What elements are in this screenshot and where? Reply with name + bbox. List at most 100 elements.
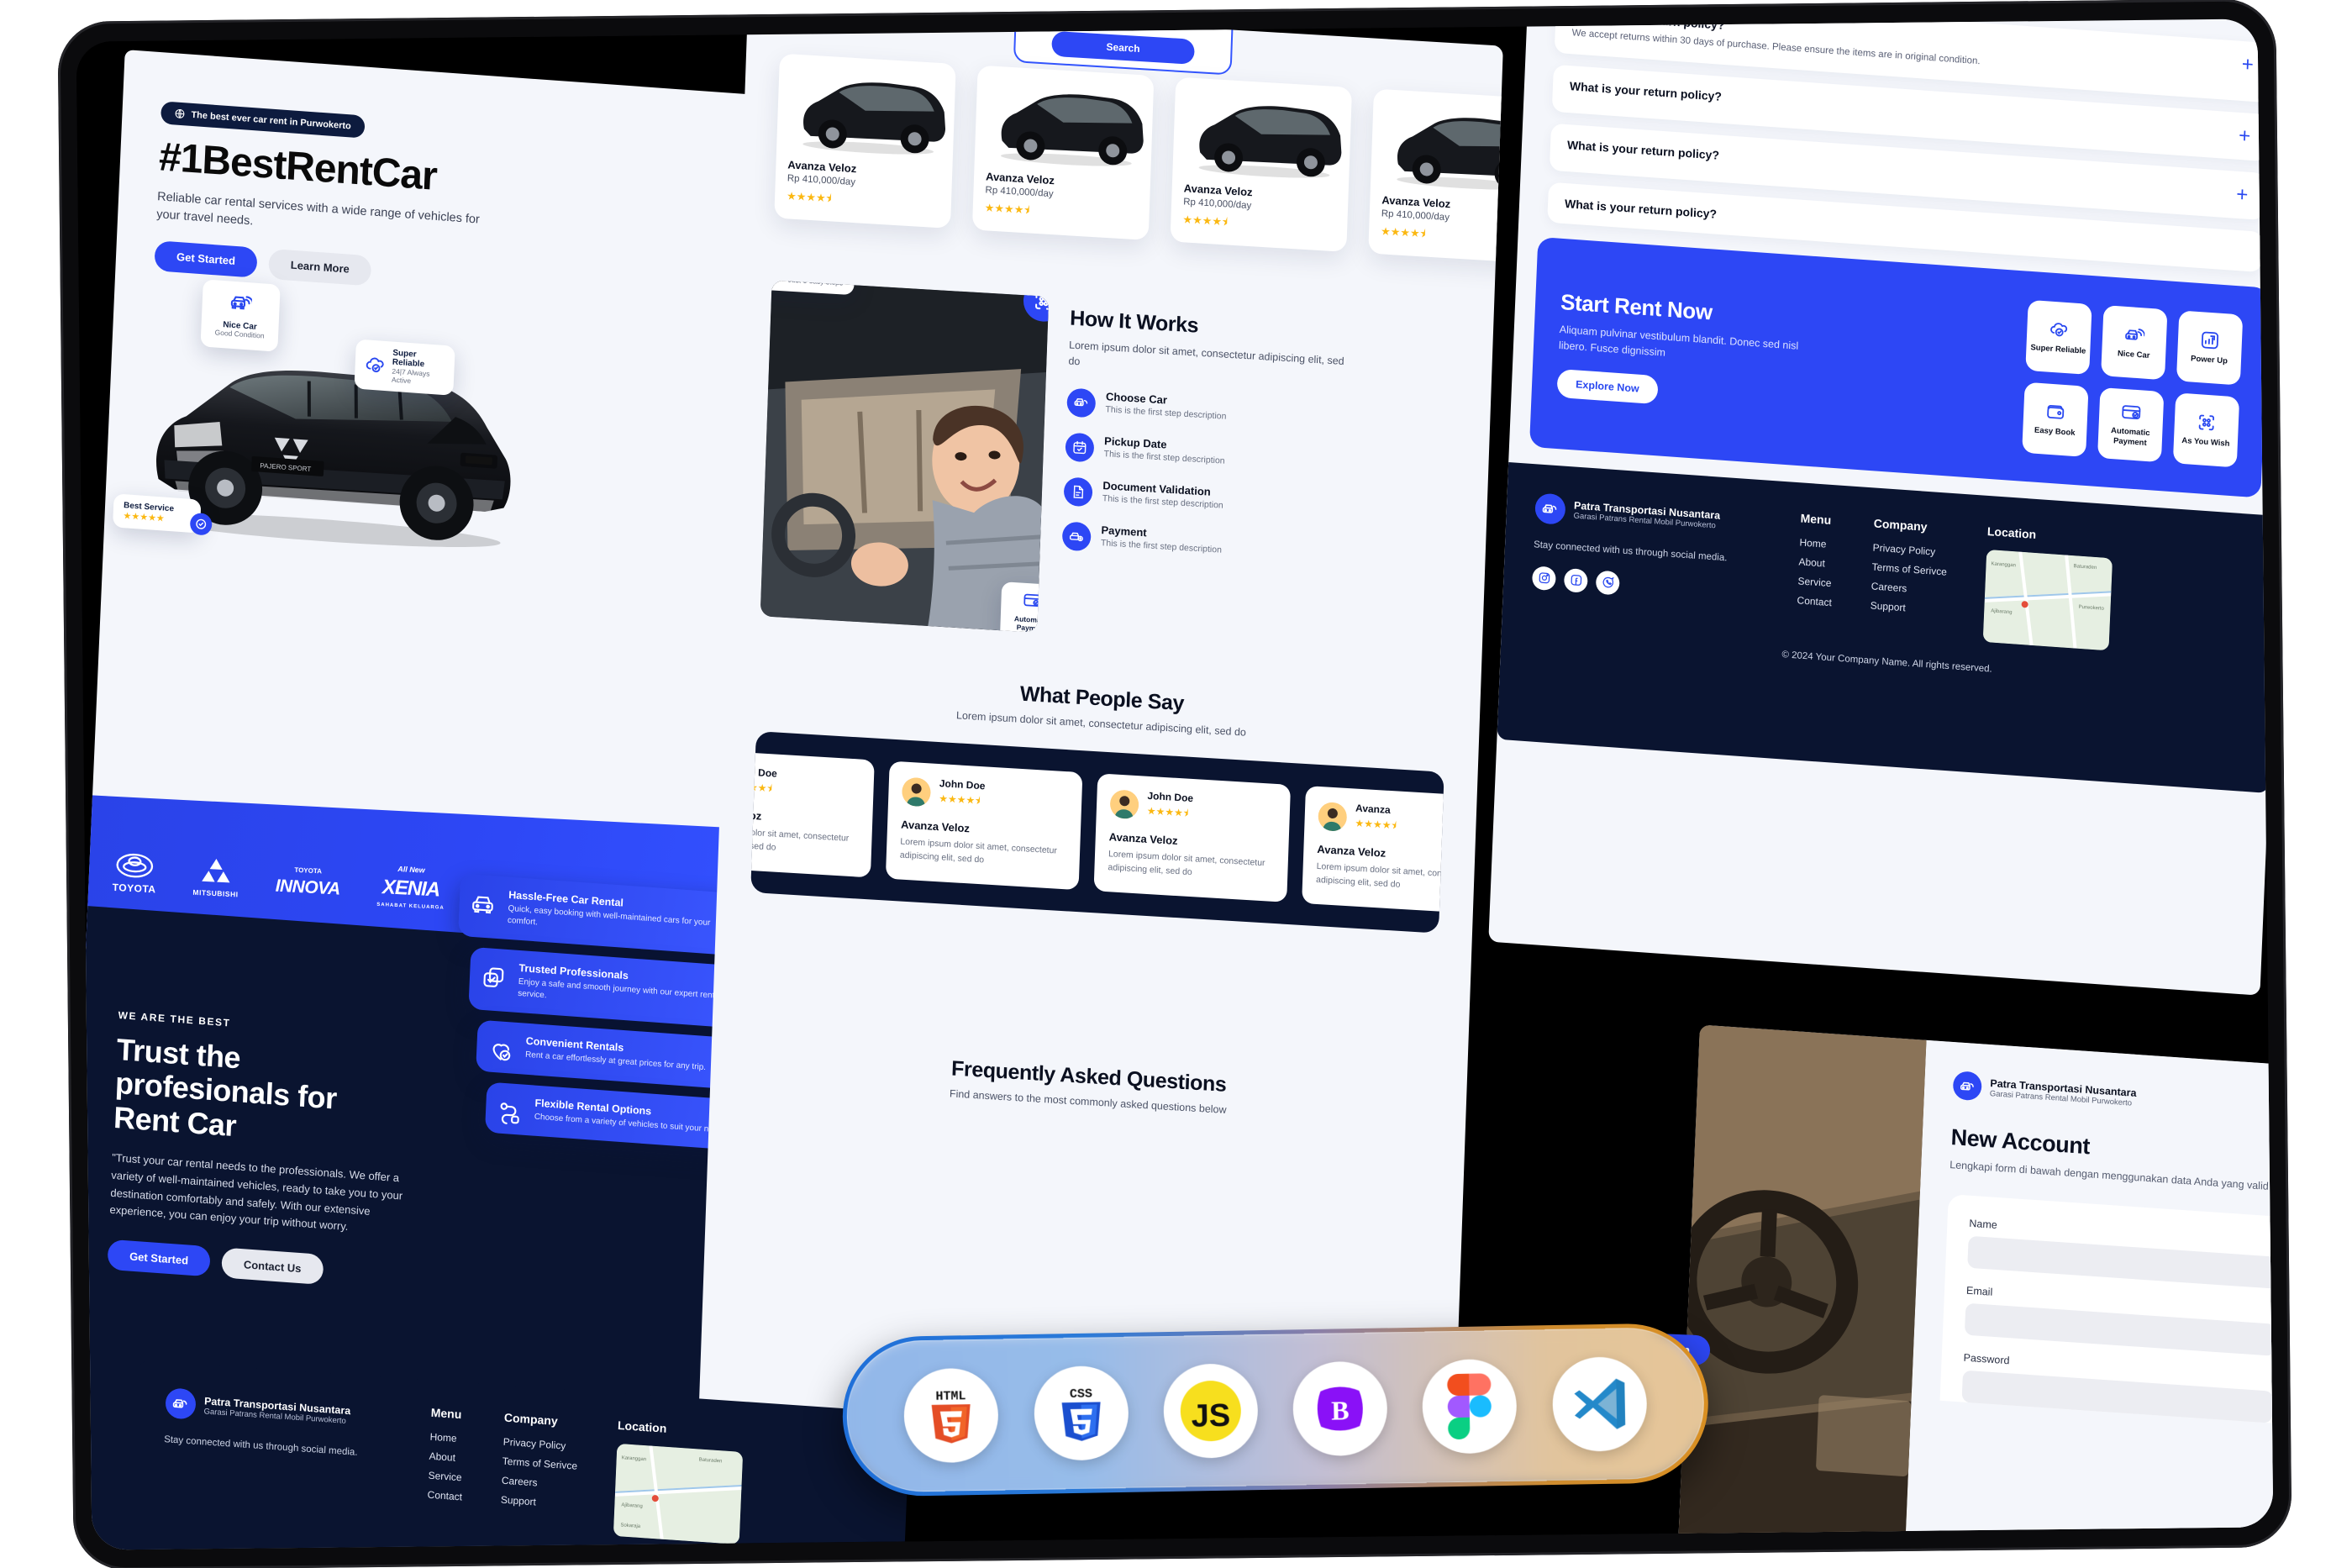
vscode-icon[interactable] bbox=[1551, 1356, 1648, 1453]
car-card[interactable]: Avanza Veloz Rp 410,000/day ★★★★⯨ bbox=[1368, 88, 1503, 264]
whatsapp-icon[interactable] bbox=[1595, 570, 1620, 596]
testimonial-card[interactable]: John Doe ★★★★⯨ Avanza Veloz Lorem ipsum … bbox=[885, 760, 1083, 890]
footer-link-terms[interactable]: Terms of Serivce bbox=[1871, 560, 1947, 577]
testimonial-card[interactable]: John Doe ★★★★⯨ Avanza Veloz Lorem ipsum … bbox=[750, 748, 875, 877]
car-card[interactable]: Avanza Veloz Rp 410,000/day ★★★★⯨ bbox=[1170, 76, 1353, 252]
footer-link-careers[interactable]: Careers bbox=[1871, 580, 1946, 597]
footer-menu-column: Menu Home About Service Contact bbox=[1796, 511, 1835, 631]
avatar bbox=[1318, 801, 1348, 832]
footer-location-column: Location Karanggan Baturaden Ajibarang S… bbox=[613, 1418, 745, 1544]
instagram-icon[interactable] bbox=[1531, 566, 1556, 592]
brand-label: TOYOTA bbox=[112, 881, 156, 896]
cloud-check-icon bbox=[2049, 319, 2070, 341]
badge-best-service: Best Service ★★★★★ bbox=[112, 493, 202, 534]
brand-mitsubishi: MITSUBISHI bbox=[192, 856, 239, 899]
location-map[interactable]: Karanggan Baturaden Ajibarang Sokaraja bbox=[613, 1443, 743, 1544]
copy-check-icon bbox=[481, 965, 507, 992]
bootstrap-icon[interactable]: B bbox=[1292, 1360, 1388, 1457]
signup-form: Name Email Password bbox=[1939, 1194, 2274, 1425]
feature-card[interactable]: Trusted Professionals Enjoy a safe and s… bbox=[468, 946, 748, 1029]
footer-link-about[interactable]: About bbox=[1798, 555, 1834, 570]
signup-photo bbox=[1677, 1024, 1927, 1550]
tech-stack-dock: HTML CSS JS B bbox=[841, 1322, 1710, 1497]
car-thumbnail bbox=[1397, 118, 1503, 190]
cta-tile-label: As You Wish bbox=[2181, 435, 2230, 449]
cta-tile[interactable]: Easy Book bbox=[2022, 381, 2089, 457]
cta-feature-tiles: Super Reliable Nice Car Power Up Easy Bo… bbox=[2022, 299, 2244, 468]
cta-tile[interactable]: As You Wish bbox=[2172, 392, 2240, 468]
cta-tile[interactable]: Power Up bbox=[2176, 310, 2244, 386]
car-icon bbox=[471, 892, 497, 918]
contact-us-button[interactable]: Contact Us bbox=[221, 1247, 324, 1286]
css3-icon[interactable]: CSS bbox=[1033, 1365, 1129, 1461]
catalog-page-mockup: Search Avanza Veloz Rp 410,000/day ★★★★⯨… bbox=[697, 18, 1503, 1474]
car-thumbnail bbox=[1000, 94, 1144, 166]
faq-question: What is your return policy? bbox=[1569, 78, 1723, 103]
search-button[interactable]: Search bbox=[1051, 30, 1195, 65]
testimonial-name: John Doe bbox=[1147, 789, 1194, 805]
plus-icon[interactable]: + bbox=[2241, 53, 2254, 76]
cta-tile[interactable]: Nice Car bbox=[2101, 304, 2168, 380]
testimonial-text: Lorem ipsum dolor sit amet, consectetur … bbox=[899, 836, 1058, 866]
testimonial-name: Avanza bbox=[1355, 802, 1391, 817]
testimonial-text: Lorem ipsum dolor sit amet, consectetur … bbox=[1315, 860, 1444, 890]
footer-link-about[interactable]: About bbox=[429, 1450, 464, 1465]
trust-get-started-button[interactable]: Get Started bbox=[107, 1239, 211, 1277]
brand-label: MITSUBISHI bbox=[192, 887, 239, 899]
brand-innova: TOYOTA INNOVA bbox=[275, 865, 340, 899]
cta-tile-label: Super Reliable bbox=[2030, 343, 2086, 356]
how-it-works-image: Easy to book Just 3 easy steps bbox=[760, 280, 1050, 633]
avatar bbox=[1109, 788, 1139, 819]
footer-link-privacy[interactable]: Privacy Policy bbox=[503, 1436, 579, 1453]
javascript-icon[interactable]: JS bbox=[1162, 1363, 1259, 1460]
footer-link-service[interactable]: Service bbox=[428, 1470, 463, 1484]
facebook-icon[interactable] bbox=[1563, 567, 1588, 593]
testimonial-card[interactable]: Avanza ★★★★⯨ Avanza Veloz Lorem ipsum do… bbox=[1302, 786, 1444, 915]
brand-toyota: TOYOTA bbox=[112, 851, 157, 896]
testimonial-stars: ★★★★⯨ bbox=[1146, 804, 1189, 819]
tablet-screen: The best ever car rent in Purwokerto #1B… bbox=[76, 18, 2274, 1550]
location-map[interactable]: Karanggan Baturaden Ajibarang Purwokerto bbox=[1982, 549, 2113, 650]
footer-link-support[interactable]: Support bbox=[1871, 599, 1946, 616]
woman-driving-photo bbox=[760, 280, 1050, 633]
cta-tile[interactable]: Automatic Payment bbox=[2097, 387, 2165, 462]
footer-link-contact[interactable]: Contact bbox=[427, 1489, 462, 1503]
plus-icon[interactable]: + bbox=[2239, 124, 2251, 148]
card-check-icon bbox=[2121, 402, 2142, 424]
testimonial-card[interactable]: John Doe ★★★★⯨ Avanza Veloz Lorem ipsum … bbox=[1093, 773, 1292, 902]
footer-link-careers[interactable]: Careers bbox=[502, 1475, 577, 1492]
learn-more-button[interactable]: Learn More bbox=[268, 248, 372, 287]
footer-link-terms[interactable]: Terms of Serivce bbox=[502, 1455, 578, 1472]
footer-company-title: Company bbox=[503, 1410, 559, 1429]
footer-link-privacy[interactable]: Privacy Policy bbox=[1872, 541, 1948, 558]
testimonial-model: Avanza Veloz bbox=[750, 806, 762, 823]
footer-link-home[interactable]: Home bbox=[1799, 536, 1834, 550]
faq-heading-block: Frequently Asked Questions Find answers … bbox=[744, 1044, 1434, 1129]
car-card[interactable]: Avanza Veloz Rp 410,000/day ★★★★⯨ bbox=[774, 53, 956, 229]
plus-icon[interactable]: + bbox=[2236, 182, 2249, 206]
svg-text:CSS: CSS bbox=[1069, 1387, 1092, 1402]
cta-tile-label: Automatic Payment bbox=[2110, 426, 2150, 448]
badge-super-reliable: Super Reliable 24|7 Always Active bbox=[354, 339, 455, 396]
faq-cta-page-mockup: What is your return policy? We accept re… bbox=[1488, 18, 2274, 996]
footer-link-service[interactable]: Service bbox=[1797, 575, 1833, 589]
badge-nice-car: Nice Car Good Condition bbox=[200, 279, 281, 353]
get-started-button[interactable]: Get Started bbox=[154, 240, 258, 278]
html5-icon[interactable]: HTML bbox=[903, 1367, 1000, 1464]
testimonials-section: What People Say Lorem ipsum dolor sit am… bbox=[750, 666, 1446, 934]
footer-link-support[interactable]: Support bbox=[501, 1494, 576, 1511]
explore-now-button[interactable]: Explore Now bbox=[1556, 368, 1659, 405]
figma-icon[interactable] bbox=[1422, 1358, 1518, 1455]
svg-text:HTML: HTML bbox=[936, 1389, 966, 1404]
footer-brand: Patra Transportasi Nusantara Garasi Patr… bbox=[1531, 492, 1762, 626]
footer-link-contact[interactable]: Contact bbox=[1797, 594, 1832, 608]
cta-tile[interactable]: Super Reliable bbox=[2025, 299, 2092, 375]
hero-badge: The best ever car rent in Purwokerto bbox=[160, 101, 366, 139]
testimonial-text: Lorem ipsum dolor sit amet, consectetur … bbox=[1108, 849, 1265, 877]
innova-logo: INNOVA bbox=[275, 876, 341, 899]
testimonials-carousel[interactable]: John Doe ★★★★⯨ Avanza Veloz Lorem ipsum … bbox=[750, 731, 1444, 934]
step-item: Document Validation This is the first st… bbox=[1063, 476, 1455, 529]
car-card[interactable]: Avanza Veloz Rp 410,000/day ★★★★⯨ bbox=[971, 65, 1155, 240]
footer-location-title: Location bbox=[1986, 524, 2037, 541]
footer-link-home[interactable]: Home bbox=[429, 1431, 465, 1445]
